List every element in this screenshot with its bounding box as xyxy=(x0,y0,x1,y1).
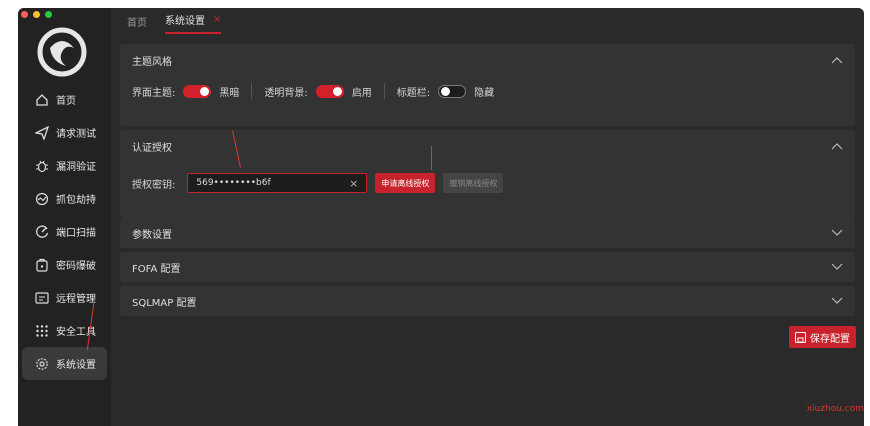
tab-bar: 首页 系统设置 × xyxy=(111,8,864,34)
sidebar: 首页 请求测试 漏洞验证 抓包劫持 端口扫描 密码爆破 远程管理 安全工具 系统… xyxy=(18,8,111,426)
auth-panel: 认证授权 授权密钥: 569••••••••b6f × 申请离线授权 撤销离线授… xyxy=(120,130,855,218)
sidebar-item-security-tools[interactable]: 安全工具 xyxy=(22,314,107,347)
chevron-down-icon xyxy=(831,297,843,304)
maximize-window-button[interactable] xyxy=(45,11,52,18)
terminal-icon xyxy=(34,290,50,306)
tab-label: 首页 xyxy=(127,18,147,29)
gear-icon xyxy=(34,356,50,372)
toggle-knob xyxy=(200,86,210,96)
minimize-window-button[interactable] xyxy=(33,11,40,18)
sidebar-nav: 首页 请求测试 漏洞验证 抓包劫持 端口扫描 密码爆破 远程管理 安全工具 系统… xyxy=(18,83,111,380)
titlebar-label: 标题栏: xyxy=(396,87,431,99)
sidebar-item-capture[interactable]: 抓包劫持 xyxy=(22,182,107,215)
apply-offline-auth-button[interactable]: 申请离线授权 xyxy=(375,173,436,193)
sidebar-item-password-brute[interactable]: 密码爆破 xyxy=(22,248,107,281)
auth-key-value: 569••••••••b6f xyxy=(196,178,271,188)
sidebar-item-label: 系统设置 xyxy=(56,360,96,371)
gauge-icon xyxy=(34,224,50,240)
tab-close-icon[interactable]: × xyxy=(213,14,221,25)
sidebar-item-label: 抓包劫持 xyxy=(56,195,96,206)
sidebar-item-label: 首页 xyxy=(56,96,76,107)
close-window-button[interactable] xyxy=(21,11,28,18)
annotation-arrow xyxy=(431,146,432,170)
window-controls xyxy=(21,11,52,18)
home-icon xyxy=(34,92,50,108)
sidebar-item-label: 远程管理 xyxy=(56,294,96,305)
lock-icon xyxy=(34,257,50,273)
interface-theme-toggle[interactable] xyxy=(183,84,212,98)
tab-home[interactable]: 首页 xyxy=(127,14,147,34)
capture-icon xyxy=(34,191,50,207)
theme-panel-body: 界面主题: 黑暗 透明背景: 启用 标题栏: 隐藏 xyxy=(120,76,855,106)
chevron-down-icon xyxy=(831,229,843,236)
panel-title: 参数设置 xyxy=(132,229,172,241)
auth-key-row: 授权密钥: 569••••••••b6f × 申请离线授权 撤销离线授权 xyxy=(132,168,843,198)
transparent-bg-label: 透明背景: xyxy=(264,87,308,99)
params-panel-header[interactable]: 参数设置 xyxy=(120,218,855,248)
sidebar-item-settings[interactable]: 系统设置 xyxy=(22,347,107,380)
titlebar-toggle[interactable] xyxy=(438,84,467,98)
auth-key-input[interactable]: 569••••••••b6f × xyxy=(187,173,368,193)
sidebar-item-label: 端口扫描 xyxy=(56,228,96,239)
params-panel[interactable]: 参数设置 xyxy=(120,218,855,248)
interface-theme-label: 界面主题: xyxy=(132,87,176,99)
panel-title: 认证授权 xyxy=(132,142,172,154)
tab-label: 系统设置 xyxy=(165,16,205,27)
toggle-knob xyxy=(332,86,342,96)
chevron-up-icon xyxy=(831,143,843,150)
auth-panel-header[interactable]: 认证授权 xyxy=(120,130,855,162)
send-icon xyxy=(34,125,50,141)
fofa-panel-header[interactable]: FOFA 配置 xyxy=(120,252,855,282)
transparent-bg-toggle[interactable] xyxy=(315,84,344,98)
grid-icon xyxy=(34,323,50,339)
sqlmap-panel-header[interactable]: SQLMAP 配置 xyxy=(120,286,855,316)
theme-options-row: 界面主题: 黑暗 透明背景: 启用 标题栏: 隐藏 xyxy=(132,76,843,106)
sidebar-item-request-test[interactable]: 请求测试 xyxy=(22,116,107,149)
titlebar-value: 隐藏 xyxy=(474,87,495,99)
watermark: xiuzhou.com xyxy=(806,404,864,414)
save-icon xyxy=(795,331,806,343)
dragon-logo-icon xyxy=(37,27,87,77)
auth-panel-body: 授权密钥: 569••••••••b6f × 申请离线授权 撤销离线授权 xyxy=(120,168,855,198)
clear-input-icon[interactable]: × xyxy=(349,177,358,190)
sqlmap-panel[interactable]: SQLMAP 配置 xyxy=(120,286,855,316)
save-config-button[interactable]: 保存配置 xyxy=(789,326,856,348)
sidebar-item-remote-manage[interactable]: 远程管理 xyxy=(22,281,107,314)
revoke-offline-auth-button[interactable]: 撤销离线授权 xyxy=(443,173,504,193)
sidebar-item-home[interactable]: 首页 xyxy=(22,83,107,116)
sidebar-item-vuln-verify[interactable]: 漏洞验证 xyxy=(22,149,107,182)
theme-panel: 主题风格 界面主题: 黑暗 透明背景: 启用 标题栏: 隐藏 xyxy=(120,44,855,126)
sidebar-item-label: 漏洞验证 xyxy=(56,162,96,173)
auth-key-label: 授权密钥: xyxy=(132,179,176,191)
panel-title: 主题风格 xyxy=(132,56,172,68)
toggle-knob xyxy=(441,86,451,96)
bug-icon xyxy=(34,158,50,174)
divider xyxy=(251,83,253,99)
fofa-panel[interactable]: FOFA 配置 xyxy=(120,252,855,282)
chevron-up-icon xyxy=(831,57,843,64)
sidebar-item-port-scan[interactable]: 端口扫描 xyxy=(22,215,107,248)
tab-settings[interactable]: 系统设置 × xyxy=(165,12,222,34)
interface-theme-value: 黑暗 xyxy=(219,87,240,99)
main-content: 首页 系统设置 × 主题风格 界面主题: 黑暗 透明背景: 启用 标题栏: 隐藏… xyxy=(111,8,864,426)
panel-title: SQLMAP 配置 xyxy=(132,297,197,309)
app-window: 首页 请求测试 漏洞验证 抓包劫持 端口扫描 密码爆破 远程管理 安全工具 系统… xyxy=(18,8,864,426)
divider xyxy=(383,83,385,99)
theme-panel-header[interactable]: 主题风格 xyxy=(120,44,855,76)
sidebar-item-label: 密码爆破 xyxy=(56,261,96,272)
panel-title: FOFA 配置 xyxy=(132,263,181,275)
save-button-label: 保存配置 xyxy=(810,333,850,345)
chevron-down-icon xyxy=(831,263,843,270)
transparent-bg-value: 启用 xyxy=(351,87,372,99)
sidebar-item-label: 请求测试 xyxy=(56,129,96,140)
